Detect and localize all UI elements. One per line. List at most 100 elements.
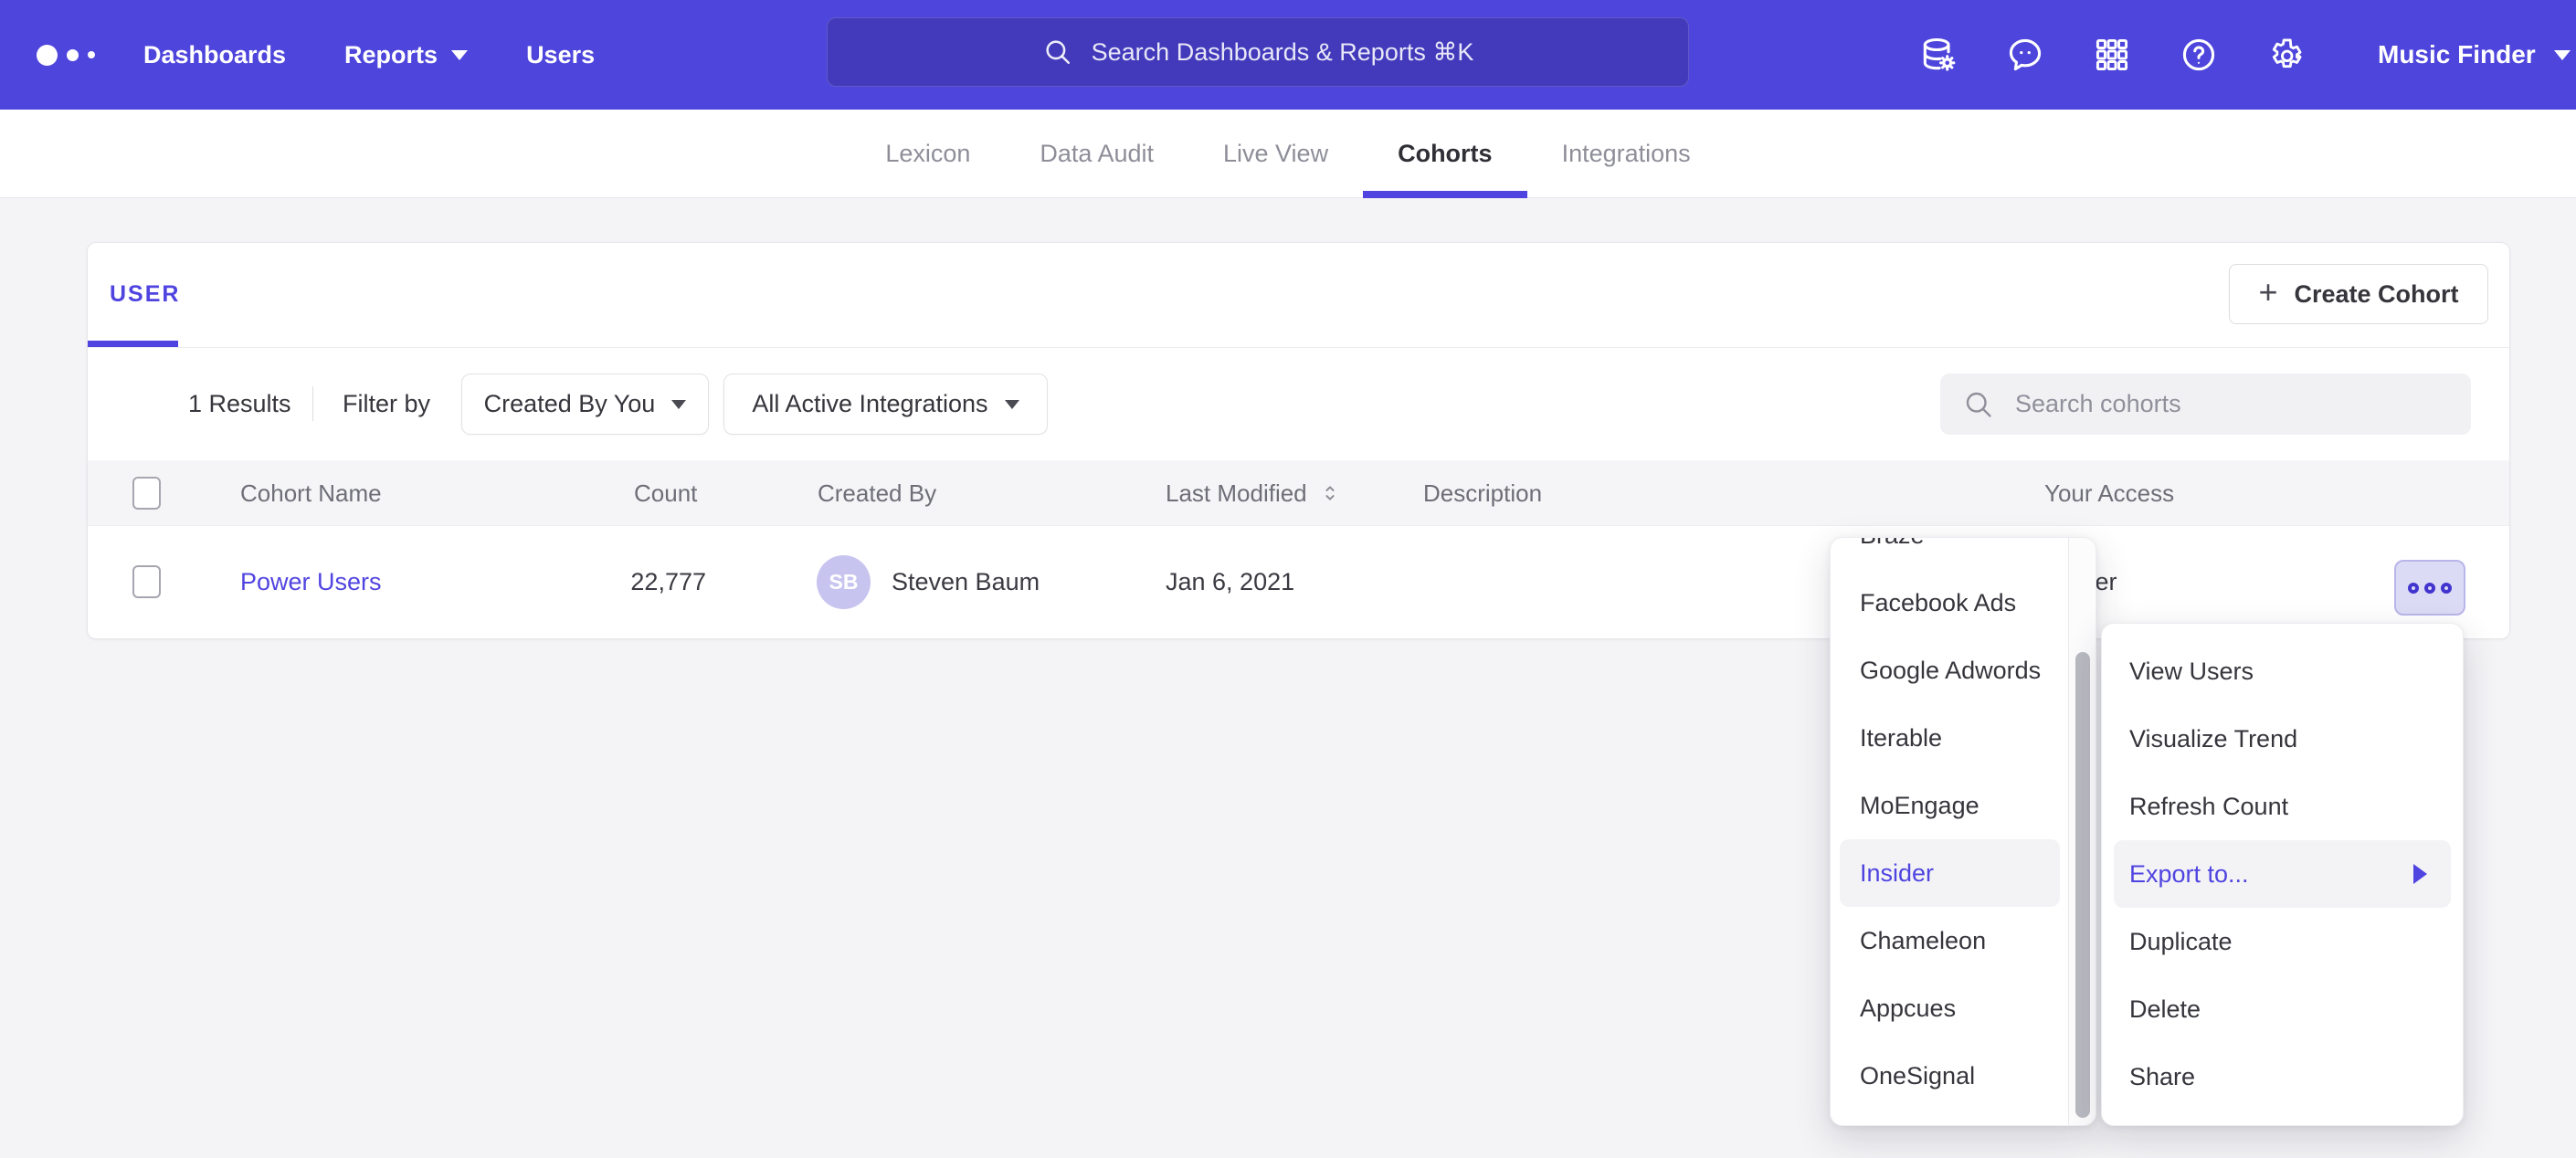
column-header-your-access[interactable]: Your Access [2044, 460, 2174, 526]
menu-item-onesignal[interactable]: OneSignal [1831, 1042, 2069, 1110]
tab-live-view[interactable]: Live View [1188, 110, 1363, 197]
nav-item-label: Users [526, 41, 595, 69]
tab-data-audit[interactable]: Data Audit [1005, 110, 1188, 197]
scrollbar-track[interactable] [2068, 538, 2096, 1125]
menu-item-facebook-ads[interactable]: Facebook Ads [1831, 569, 2069, 637]
chevron-down-icon [2554, 50, 2571, 60]
top-nav-right: Music Finder [1918, 0, 2571, 110]
row-actions-menu: View Users Visualize Trend Refresh Count… [2101, 623, 2464, 1126]
row-checkbox[interactable] [132, 565, 161, 598]
chevron-down-icon [1005, 400, 1019, 409]
tab-label: Data Audit [1040, 140, 1154, 168]
nav-item-users[interactable]: Users [526, 41, 595, 69]
search-icon [1042, 37, 1073, 68]
menu-item-delete[interactable]: Delete [2102, 975, 2463, 1043]
column-header-created-by[interactable]: Created By [818, 460, 936, 526]
help-icon[interactable] [2179, 35, 2219, 75]
mixpanel-logo-icon[interactable] [37, 0, 95, 110]
table-row: Power Users 22,777 SB Steven Baum Jan 6,… [88, 526, 2509, 638]
nav-item-reports[interactable]: Reports [344, 41, 468, 69]
menu-item-iterable[interactable]: Iterable [1831, 704, 2069, 772]
nav-item-label: Reports [344, 41, 438, 69]
menu-item-duplicate[interactable]: Duplicate [2102, 908, 2463, 975]
settings-gear-icon[interactable] [2265, 35, 2306, 75]
tab-label: Lexicon [885, 140, 970, 168]
project-name: Music Finder [2378, 40, 2536, 69]
avatar: SB [817, 555, 871, 609]
cohorts-card: USER + Create Cohort 1 Results Filter by… [87, 242, 2510, 639]
menu-item-google-adwords[interactable]: Google Adwords [1831, 637, 2069, 704]
select-all-checkbox[interactable] [132, 477, 161, 510]
global-search-placeholder: Search Dashboards & Reports ⌘K [1092, 38, 1474, 67]
created-by-filter-dropdown[interactable]: Created By You [461, 374, 709, 435]
integrations-filter-value: All Active Integrations [752, 390, 987, 418]
menu-item-refresh-count[interactable]: Refresh Count [2102, 773, 2463, 840]
submenu-arrow-icon [2413, 864, 2427, 884]
nav-item-label: Dashboards [143, 41, 286, 69]
apps-grid-icon[interactable] [2092, 35, 2132, 75]
created-by-filter-value: Created By You [484, 390, 656, 418]
tab-label: Live View [1223, 140, 1328, 168]
column-header-cohort-name[interactable]: Cohort Name [240, 460, 382, 526]
menu-item-chameleon[interactable]: Chameleon [1831, 907, 2069, 974]
top-nav-links: Dashboards Reports Users [143, 0, 595, 110]
menu-item-visualize-trend[interactable]: Visualize Trend [2102, 705, 2463, 773]
integrations-filter-dropdown[interactable]: All Active Integrations [723, 374, 1048, 435]
menu-item-label: Export to... [2129, 860, 2249, 889]
menu-item-moengage[interactable]: MoEngage [1831, 772, 2069, 839]
top-nav-bar: Dashboards Reports Users Search Dashboar… [0, 0, 2576, 110]
chevron-down-icon [671, 400, 686, 409]
more-dots-icon [2424, 583, 2435, 594]
tab-cohorts[interactable]: Cohorts [1363, 110, 1527, 197]
column-label: Your Access [2044, 479, 2174, 508]
cohort-search-input[interactable] [2013, 389, 2455, 419]
tab-integrations[interactable]: Integrations [1527, 110, 1726, 197]
export-destinations-list: Braze Facebook Ads Google Adwords Iterab… [1831, 538, 2069, 1110]
last-modified-value: Jan 6, 2021 [1166, 526, 1294, 638]
create-cohort-label: Create Cohort [2295, 280, 2459, 309]
column-label: Description [1423, 479, 1542, 508]
menu-item-view-users[interactable]: View Users [2102, 637, 2463, 705]
feedback-icon[interactable] [2005, 35, 2045, 75]
scrollbar-thumb[interactable] [2075, 652, 2090, 1118]
table-header-row: Cohort Name Count Created By Last Modifi… [88, 460, 2509, 526]
row-actions-button[interactable] [2394, 560, 2465, 616]
nav-item-dashboards[interactable]: Dashboards [143, 41, 286, 69]
results-count: 1 Results [188, 347, 291, 460]
export-destinations-menu: Braze Facebook Ads Google Adwords Iterab… [1830, 537, 2096, 1126]
data-management-icon[interactable] [1918, 35, 1958, 75]
menu-item-export-to[interactable]: Export to... [2114, 840, 2451, 908]
column-label: Count [634, 479, 697, 508]
column-header-count[interactable]: Count [634, 460, 697, 526]
tab-label: Cohorts [1398, 140, 1493, 168]
menu-item-braze[interactable]: Braze [1831, 537, 2069, 569]
sort-icon[interactable] [1318, 481, 1342, 505]
tab-lexicon[interactable]: Lexicon [850, 110, 1005, 197]
global-search-bar[interactable]: Search Dashboards & Reports ⌘K [827, 17, 1689, 87]
logo-dot-medium [67, 49, 79, 61]
project-switcher[interactable]: Music Finder [2378, 40, 2571, 69]
divider [312, 386, 313, 421]
cohort-search-box [1940, 374, 2471, 435]
menu-item-insider[interactable]: Insider [1840, 839, 2060, 907]
menu-item-appcues[interactable]: Appcues [1831, 974, 2069, 1042]
more-dots-icon [2408, 583, 2419, 594]
column-label: Created By [818, 479, 936, 508]
plus-icon: + [2258, 276, 2277, 309]
cohort-count: 22,777 [480, 526, 706, 638]
filter-by-label: Filter by [343, 347, 430, 460]
logo-dot-small [88, 51, 95, 58]
user-tab-active-underline [88, 341, 178, 347]
menu-item-share[interactable]: Share [2102, 1043, 2463, 1111]
search-icon [1962, 388, 1995, 421]
tab-user-cohorts[interactable]: USER [110, 243, 180, 345]
column-label: Cohort Name [240, 479, 382, 508]
cohort-name-link[interactable]: Power Users [240, 526, 382, 638]
created-by-value: Steven Baum [892, 526, 1040, 638]
column-header-description[interactable]: Description [1423, 460, 1542, 526]
create-cohort-button[interactable]: + Create Cohort [2229, 264, 2488, 324]
tab-label: Integrations [1562, 140, 1691, 168]
cohorts-page: Dashboards Reports Users Search Dashboar… [0, 0, 2576, 1158]
column-header-last-modified[interactable]: Last Modified [1166, 460, 1342, 526]
user-tab-label: USER [110, 281, 180, 308]
